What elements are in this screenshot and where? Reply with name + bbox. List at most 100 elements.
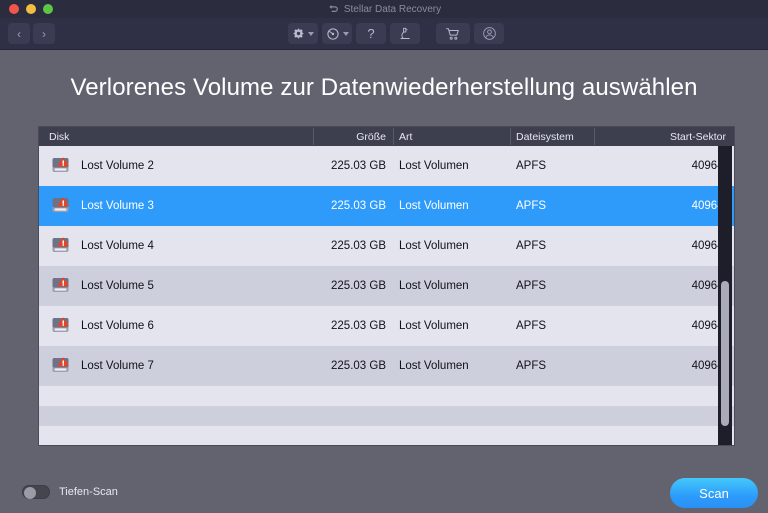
disk-warning-icon <box>52 317 69 332</box>
column-header-start-sektor[interactable]: Start-Sektor <box>594 127 734 146</box>
deep-scan-label: Tiefen-Scan <box>59 486 118 498</box>
cell-groesse: 225.03 GB <box>313 226 393 266</box>
cell-art: Lost Volumen <box>393 226 510 266</box>
chevron-right-icon: › <box>42 26 46 41</box>
disk-name: Lost Volume 7 <box>81 360 154 372</box>
microscope-icon <box>400 27 410 40</box>
scan-tool-button[interactable] <box>390 23 420 44</box>
account-icon <box>482 27 496 40</box>
disk-warning-icon <box>52 237 69 252</box>
cell-disk: Lost Volume 6 <box>39 306 313 346</box>
disk-warning-icon <box>52 357 69 372</box>
disk-name: Lost Volume 2 <box>81 160 154 172</box>
column-header-disk[interactable]: Disk <box>39 127 313 146</box>
column-header-label: Größe <box>356 130 386 143</box>
cell-dateisystem: APFS <box>510 186 594 226</box>
size-value: 225.03 GB <box>331 200 386 212</box>
scrollbar-thumb[interactable] <box>721 281 729 426</box>
disk-name: Lost Volume 6 <box>81 320 154 332</box>
cart-button[interactable] <box>436 23 470 44</box>
table-header-row: Disk Größe Art Dateisystem Start-Sektor <box>39 127 734 146</box>
chevron-left-icon: ‹ <box>17 26 21 41</box>
cell-art: Lost Volumen <box>393 186 510 226</box>
filesystem-value: APFS <box>516 280 547 292</box>
nav-buttons: ‹ › <box>8 23 55 44</box>
size-value: 225.03 GB <box>331 320 386 332</box>
table-row[interactable]: Lost Volume 6 225.03 GB Lost Volumen APFS 40… <box>39 306 734 346</box>
deep-scan-toggle[interactable] <box>22 485 50 499</box>
column-header-dateisystem[interactable]: Dateisystem <box>510 127 594 146</box>
table-row[interactable]: Lost Volume 4 225.03 GB Lost Volumen APFS 40… <box>39 226 734 266</box>
cell-disk: Lost Volume 5 <box>39 266 313 306</box>
scan-button[interactable]: Scan <box>670 478 758 508</box>
cell-start-sektor: 409640 <box>594 346 734 386</box>
cart-icon <box>445 27 459 40</box>
cell-start-sektor: 409640 <box>594 266 734 306</box>
history-icon <box>326 27 339 40</box>
column-header-label: Disk <box>49 130 70 143</box>
chevron-down-icon <box>308 31 314 36</box>
cell-art: Lost Volumen <box>393 306 510 346</box>
cell-disk: Lost Volume 3 <box>39 186 313 226</box>
table-row-empty <box>39 406 734 426</box>
cell-disk: Lost Volume 2 <box>39 146 313 186</box>
cell-groesse: 225.03 GB <box>313 186 393 226</box>
window-title: Stellar Data Recovery <box>0 0 768 18</box>
toolbar-right-group <box>436 23 504 44</box>
cell-art: Lost Volumen <box>393 346 510 386</box>
size-value: 225.03 GB <box>331 360 386 372</box>
cell-dateisystem: APFS <box>510 146 594 186</box>
column-header-art[interactable]: Art <box>393 127 510 146</box>
table-row[interactable]: Lost Volume 5 225.03 GB Lost Volumen APFS 40… <box>39 266 734 306</box>
volume-table: Disk Größe Art Dateisystem Start-Sektor … <box>38 126 735 446</box>
vertical-scrollbar[interactable] <box>718 146 732 445</box>
forward-button[interactable]: › <box>33 23 55 44</box>
cell-start-sektor: 409640 <box>594 186 734 226</box>
cell-groesse: 225.03 GB <box>313 306 393 346</box>
size-value: 225.03 GB <box>331 280 386 292</box>
table-row-empty <box>39 386 734 406</box>
page-title: Verlorenes Volume zur Datenwiederherstel… <box>70 74 698 101</box>
help-button[interactable]: ? <box>356 23 386 44</box>
type-value: Lost Volumen <box>399 280 469 292</box>
table-row[interactable]: Lost Volume 3 225.03 GB Lost Volumen APFS 40… <box>39 186 734 226</box>
cell-groesse: 225.03 GB <box>313 346 393 386</box>
history-button[interactable] <box>322 23 352 44</box>
back-button[interactable]: ‹ <box>8 23 30 44</box>
recovery-arrow-icon <box>329 4 338 12</box>
column-header-label: Art <box>399 130 413 143</box>
size-value: 225.03 GB <box>331 160 386 172</box>
column-header-groesse[interactable]: Größe <box>313 127 393 146</box>
filesystem-value: APFS <box>516 320 547 332</box>
chevron-down-icon <box>342 31 349 36</box>
toggle-knob <box>24 487 36 499</box>
type-value: Lost Volumen <box>399 360 469 372</box>
disk-name: Lost Volume 5 <box>81 280 154 292</box>
cell-start-sektor: 409640 <box>594 146 734 186</box>
cell-dateisystem: APFS <box>510 346 594 386</box>
gear-icon <box>293 28 304 39</box>
window-title-text: Stellar Data Recovery <box>343 3 442 15</box>
title-bar: Stellar Data Recovery <box>0 0 768 18</box>
table-row[interactable]: Lost Volume 2 225.03 GB Lost Volumen APFS 40… <box>39 146 734 186</box>
filesystem-value: APFS <box>516 240 547 252</box>
settings-button[interactable] <box>288 23 318 44</box>
cell-art: Lost Volumen <box>393 146 510 186</box>
deep-scan-toggle-group[interactable]: Tiefen-Scan <box>22 485 118 499</box>
table-row-empty <box>39 426 734 445</box>
cell-dateisystem: APFS <box>510 266 594 306</box>
cell-disk: Lost Volume 4 <box>39 226 313 266</box>
size-value: 225.03 GB <box>331 240 386 252</box>
disk-name: Lost Volume 4 <box>81 240 154 252</box>
cell-groesse: 225.03 GB <box>313 266 393 306</box>
account-button[interactable] <box>474 23 504 44</box>
disk-warning-icon <box>52 277 69 292</box>
table-body: Lost Volume 2 225.03 GB Lost Volumen APFS 40… <box>39 146 734 445</box>
table-row[interactable]: Lost Volume 7 225.03 GB Lost Volumen APFS 40… <box>39 346 734 386</box>
cell-start-sektor: 409640 <box>594 306 734 346</box>
cell-disk: Lost Volume 7 <box>39 346 313 386</box>
cell-art: Lost Volumen <box>393 266 510 306</box>
type-value: Lost Volumen <box>399 240 469 252</box>
disk-warning-icon <box>52 157 69 172</box>
type-value: Lost Volumen <box>399 320 469 332</box>
